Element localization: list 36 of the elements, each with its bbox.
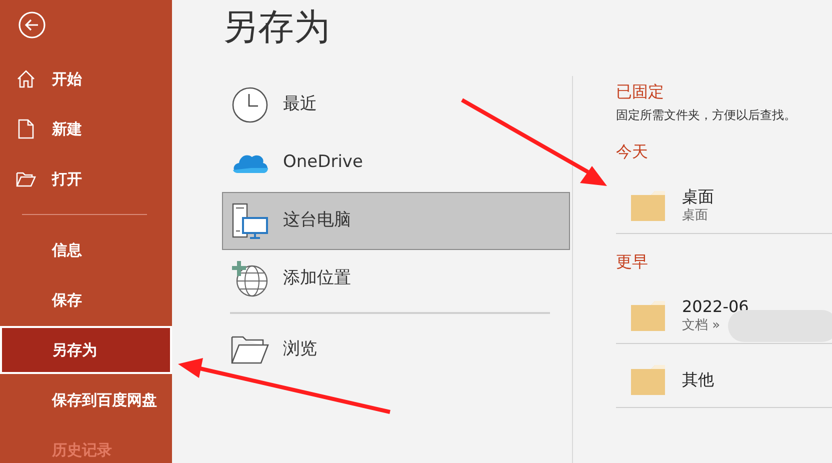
home-icon <box>16 69 36 89</box>
computer-icon <box>231 203 269 239</box>
folder-item[interactable]: 其他 <box>616 352 832 408</box>
sidebar-item[interactable]: 另存为 <box>0 326 172 374</box>
sidebar-item[interactable]: 保存 <box>0 285 172 315</box>
folder-name: 其他 <box>682 370 714 390</box>
sidebar-item[interactable]: 开始 <box>0 64 172 94</box>
sidebar-item[interactable]: 新建 <box>0 114 172 144</box>
folder-icon <box>231 336 269 364</box>
folder-name: 桌面 <box>682 186 714 206</box>
section-heading: 今天 <box>616 141 648 163</box>
location-item[interactable]: OneDrive <box>222 134 572 192</box>
folder-item[interactable]: 桌面 桌面 <box>616 178 832 234</box>
section-heading: 已固定 <box>616 81 664 103</box>
location-item[interactable]: 最近 <box>222 76 572 134</box>
location-item[interactable]: 添加位置 <box>222 250 572 308</box>
document-icon <box>18 119 34 139</box>
folder-icon <box>631 300 665 330</box>
folder-path: 文档 » <box>682 316 720 334</box>
back-icon[interactable] <box>18 11 46 39</box>
sidebar-item[interactable]: 保存到百度网盘 <box>0 385 172 415</box>
folder-icon <box>631 364 665 394</box>
section-description: 固定所需文件夹，方便以后查找。 <box>616 107 796 124</box>
sidebar-item[interactable]: 打开 <box>0 164 172 194</box>
folder-icon <box>631 190 665 220</box>
location-item[interactable]: 浏览 <box>222 316 572 384</box>
folder-icon <box>16 171 36 187</box>
globe-add-icon <box>231 260 269 298</box>
clock-icon <box>232 87 268 123</box>
folder-path: 桌面 <box>682 206 708 224</box>
sidebar-item[interactable]: 信息 <box>0 235 172 265</box>
page-title: 另存为 <box>221 6 331 50</box>
section-heading: 更早 <box>616 251 648 273</box>
folder-item[interactable]: 2022-06 文档 » <box>616 288 832 344</box>
folder-name: 2022-06 <box>682 296 749 316</box>
location-item[interactable]: 这台电脑 <box>222 192 570 250</box>
